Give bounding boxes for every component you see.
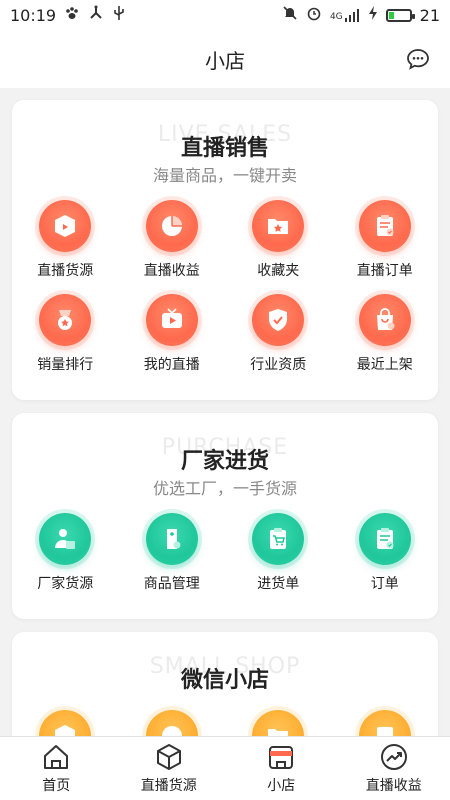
item-label: 最近上架 [356,357,413,373]
item-shop-source[interactable] [12,710,119,736]
bottom-tab-bar: 首页 直播货源 小店 直播收益 [0,736,450,800]
section-title: 厂家进货 [180,449,269,474]
tag-icon [145,513,198,565]
clipboard-icon [358,710,411,736]
item-label: 我的直播 [143,357,200,373]
clipboard-check-icon [358,200,411,252]
tab-home[interactable]: 首页 [0,737,113,800]
item-label: 直播收益 [143,263,200,279]
item-label: 行业资质 [250,357,307,373]
item-purchase-list[interactable]: 进货单 [225,513,332,593]
item-label: 收藏夹 [257,263,300,279]
signal-icon: 4G [330,8,360,22]
item-label: 商品管理 [143,576,200,592]
item-live-source[interactable]: 直播货源 [12,200,119,280]
item-recent-listed[interactable]: 最近上架 [332,294,439,374]
tab-label: 直播货源 [140,778,197,794]
item-label: 进货单 [257,576,300,592]
tab-live-source[interactable]: 直播货源 [113,737,226,800]
battery-level: 21 [419,5,440,25]
item-sales-rank[interactable]: 销量排行 [12,294,119,374]
section-title: 直播销售 [180,136,269,161]
shield-check-icon [252,294,305,346]
pie-chart-icon [145,710,198,736]
tab-live-income[interactable]: 直播收益 [338,737,450,800]
item-live-orders[interactable]: 直播订单 [332,200,439,280]
item-label: 直播货源 [37,263,94,279]
shop-icon [269,746,294,769]
item-label: 销量排行 [37,357,94,373]
item-qualification[interactable]: 行业资质 [225,294,332,374]
charging-icon [368,5,378,25]
section-subtitle: 优选工厂，一手货源 [152,479,297,498]
home-icon [44,745,69,769]
cart-clipboard-icon [252,513,305,565]
page-title: 小店 [205,48,245,73]
section-small-shop: SMALL SHOP 微信小店 [12,632,438,736]
app-header: 小店 [0,30,450,88]
item-factory-source[interactable]: 厂家货源 [12,513,119,593]
network-label: 4G [329,12,343,22]
section-live-sales: LIVE SALES 直播销售 海量商品，一键开卖 直播货源 直播收益 收藏夹 [12,100,438,400]
box-play-icon [39,200,92,252]
usb-icon [112,5,126,25]
alarm-icon [306,5,322,25]
bag-clock-icon [358,294,411,346]
box-icon [39,710,92,736]
item-favorites[interactable]: 收藏夹 [225,200,332,280]
main-content[interactable]: LIVE SALES 直播销售 海量商品，一键开卖 直播货源 直播收益 收藏夹 [0,88,450,736]
tv-play-icon [145,294,198,346]
battery-icon [385,8,415,22]
cube-icon [156,744,181,770]
fork-icon [88,5,104,25]
paw-icon [64,5,80,25]
tab-label: 首页 [42,778,71,794]
person-box-icon [39,513,92,565]
trend-up-icon [380,744,407,770]
folder-icon [252,710,305,736]
medal-icon [39,294,92,346]
tab-label: 小店 [267,778,296,794]
section-subtitle: 海量商品，一键开卖 [152,166,297,185]
item-shop-folder[interactable] [225,710,332,736]
item-shop-income[interactable] [119,710,226,736]
clipboard-check-icon [358,513,411,565]
star-folder-icon [252,200,305,252]
section-title: 微信小店 [180,668,269,693]
item-product-manage[interactable]: 商品管理 [119,513,226,593]
item-live-income[interactable]: 直播收益 [119,200,226,280]
section-purchase: PURCHASE 厂家进货 优选工厂，一手货源 厂家货源 商品管理 进货单 订单 [12,413,438,619]
item-my-live[interactable]: 我的直播 [119,294,226,374]
pie-chart-icon [145,200,198,252]
mute-icon [282,5,298,25]
item-label: 直播订单 [356,263,413,279]
chat-bubble-icon[interactable] [406,48,430,70]
item-label: 订单 [370,576,399,592]
item-orders[interactable]: 订单 [332,513,439,593]
item-label: 厂家货源 [37,576,94,592]
item-shop-orders[interactable] [332,710,439,736]
tab-shop[interactable]: 小店 [225,737,338,800]
status-bar: 10:19 4G 21 [0,0,450,30]
status-time: 10:19 [10,5,57,25]
tab-label: 直播收益 [365,778,422,794]
